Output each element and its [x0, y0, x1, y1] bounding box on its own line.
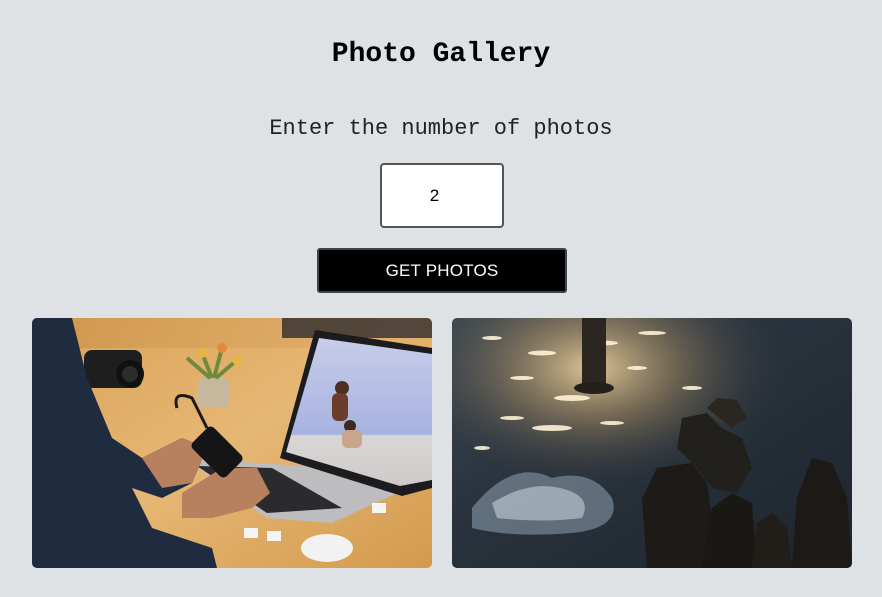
- photo-count-label: Enter the number of photos: [269, 116, 613, 141]
- get-photos-button[interactable]: GET PHOTOS: [317, 248, 567, 293]
- photo-count-input[interactable]: [380, 163, 504, 228]
- gallery-photo-2: [452, 318, 852, 568]
- page-title: Photo Gallery: [331, 39, 551, 70]
- gallery-photo-1: [32, 318, 432, 568]
